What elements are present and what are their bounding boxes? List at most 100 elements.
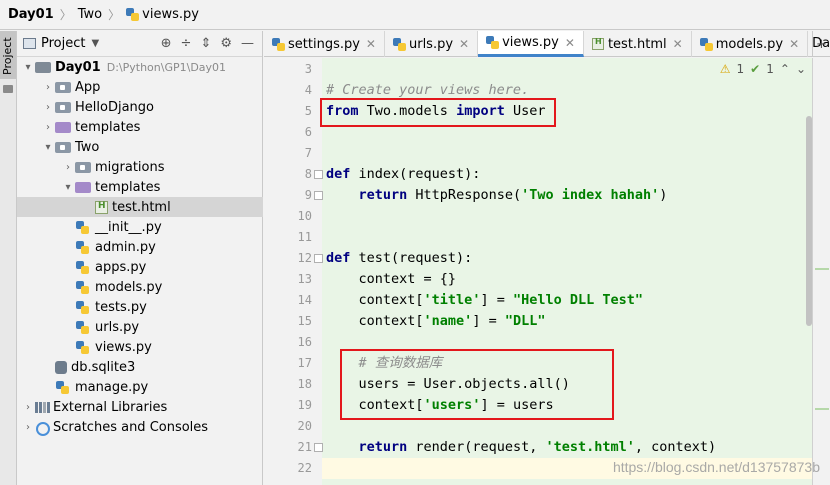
- tree-item[interactable]: › Scratches and Consoles: [17, 417, 263, 437]
- plus-icon[interactable]: +: [812, 31, 830, 57]
- code-token: 'Two index hahah': [521, 187, 660, 203]
- tree-item-label: __init__.py: [95, 219, 162, 235]
- close-icon[interactable]: ✕: [673, 37, 683, 51]
- python-file-icon: [486, 36, 500, 49]
- locate-icon[interactable]: ⊕: [161, 36, 172, 51]
- hide-icon[interactable]: —: [241, 36, 254, 51]
- editor-tab[interactable]: settings.py ✕: [264, 31, 385, 57]
- project-panel: Project ▼ ⊕ ÷ ⇕ ⚙ — ▾ Day01 D:\Python\GP1\…: [17, 31, 263, 485]
- code-token: "DLL": [504, 313, 546, 329]
- project-tool-tab[interactable]: Project: [0, 31, 16, 79]
- editor-tab[interactable]: views.py ✕: [478, 31, 584, 57]
- editor-tab[interactable]: test.html ✕: [584, 31, 692, 57]
- tree-item[interactable]: views.py: [17, 337, 263, 357]
- tree-item[interactable]: › App: [17, 77, 263, 97]
- tree-item[interactable]: › HelloDjango: [17, 97, 263, 117]
- stripe-mark[interactable]: [815, 408, 829, 410]
- chevron-down-icon[interactable]: ▾: [61, 182, 75, 193]
- close-icon[interactable]: ✕: [459, 37, 469, 51]
- chevron-right-icon[interactable]: ›: [41, 82, 55, 93]
- libraries-icon: [35, 401, 49, 414]
- code-line[interactable]: return HttpResponse('Two index hahah'): [326, 185, 668, 206]
- code-token: index(request):: [350, 166, 481, 182]
- python-file-icon: [75, 320, 91, 334]
- line-number: 6: [304, 125, 312, 139]
- inspection-widget[interactable]: ⚠ 1 ✔ 1 ⌃ ⌄: [720, 62, 806, 76]
- chevron-down-icon[interactable]: ▾: [21, 62, 35, 73]
- tree-item[interactable]: › templates: [17, 117, 263, 137]
- tree-item-label: HelloDjango: [75, 99, 154, 115]
- tree-item[interactable]: urls.py: [17, 317, 263, 337]
- fold-marker-icon[interactable]: [314, 254, 323, 263]
- tree-item[interactable]: ▾ Two: [17, 137, 263, 157]
- tree-item-path: D:\Python\GP1\Day01: [106, 60, 227, 74]
- collapse-all-icon[interactable]: ⇕: [200, 36, 211, 51]
- gear-icon[interactable]: ⚙: [220, 36, 232, 51]
- close-icon[interactable]: ✕: [789, 37, 799, 51]
- tree-item[interactable]: tests.py: [17, 297, 263, 317]
- chevron-right-icon[interactable]: ›: [41, 102, 55, 113]
- tree-item[interactable]: db.sqlite3: [17, 357, 263, 377]
- code-token: context[: [326, 292, 424, 308]
- line-number: 17: [297, 356, 312, 370]
- chevron-right-icon[interactable]: ›: [21, 422, 35, 433]
- editor-tab-label: models.py: [715, 36, 784, 52]
- tree-item[interactable]: ▾ Day01 D:\Python\GP1\Day01: [17, 57, 263, 77]
- chevron-right-icon[interactable]: ›: [41, 122, 55, 133]
- tree-item[interactable]: __init__.py: [17, 217, 263, 237]
- line-number: 14: [297, 293, 312, 307]
- chevron-down-icon[interactable]: ⌄: [796, 62, 806, 76]
- line-number: 10: [297, 209, 312, 223]
- editor-tab-label: views.py: [502, 35, 559, 50]
- fold-marker-icon[interactable]: [314, 191, 323, 200]
- chevron-up-icon[interactable]: ⌃: [780, 62, 790, 76]
- tree-item-label: Scratches and Consoles: [53, 419, 209, 435]
- editor-tab[interactable]: urls.py ✕: [385, 31, 479, 57]
- editor-tab-label: urls.py: [408, 36, 454, 52]
- code-line[interactable]: def index(request):: [326, 164, 480, 185]
- fold-marker-icon[interactable]: [314, 170, 323, 179]
- code-editor[interactable]: 3 4 5 6 7 8 9 10 11 12 13 14 15 16 17 18 19 20 21 22 # Crea…: [264, 58, 830, 485]
- tree-item-label: urls.py: [95, 319, 140, 335]
- fold-marker-icon[interactable]: [314, 443, 323, 452]
- breadcrumb-folder[interactable]: Two: [78, 7, 102, 22]
- line-number: 12: [297, 251, 312, 265]
- package-folder-icon: [55, 102, 71, 113]
- close-icon[interactable]: ✕: [565, 36, 575, 50]
- chevron-down-icon[interactable]: ▾: [41, 142, 55, 153]
- tree-item[interactable]: ▾ templates: [17, 177, 263, 197]
- tree-item[interactable]: › migrations: [17, 157, 263, 177]
- structure-icon[interactable]: [3, 85, 13, 93]
- tree-item[interactable]: › External Libraries: [17, 397, 263, 417]
- editor-tab[interactable]: models.py ✕: [692, 31, 809, 57]
- tree-item[interactable]: test.html: [17, 197, 263, 217]
- warning-count: 1: [736, 62, 745, 76]
- chevron-right-icon[interactable]: ›: [61, 162, 75, 173]
- chevron-down-icon[interactable]: ▼: [91, 38, 99, 49]
- check-icon: ✔: [750, 62, 761, 76]
- code-line[interactable]: context['name'] = "DLL": [326, 311, 546, 332]
- close-icon[interactable]: ✕: [366, 37, 376, 51]
- code-line[interactable]: return render(request, 'test.html', cont…: [326, 437, 717, 458]
- project-view-selector[interactable]: Project: [41, 36, 85, 51]
- code-line[interactable]: def test(request):: [326, 248, 472, 269]
- tool-window-stripe: Project: [0, 31, 17, 485]
- breadcrumb-root[interactable]: Day01: [8, 7, 54, 22]
- tree-item-label: models.py: [95, 279, 163, 295]
- line-number: 3: [304, 62, 312, 76]
- line-number: 16: [297, 335, 312, 349]
- breadcrumb-file[interactable]: views.py: [142, 7, 199, 22]
- stripe-mark[interactable]: [815, 268, 829, 270]
- expand-all-icon[interactable]: ÷: [181, 36, 192, 51]
- tree-item-label: Day01: [55, 59, 101, 75]
- line-number: 18: [297, 377, 312, 391]
- code-line[interactable]: context = {}: [326, 269, 457, 290]
- tree-item[interactable]: apps.py: [17, 257, 263, 277]
- chevron-right-icon[interactable]: ›: [21, 402, 35, 413]
- highlight-box-query: [340, 349, 614, 420]
- tree-item[interactable]: admin.py: [17, 237, 263, 257]
- code-line[interactable]: context['title'] = "Hello DLL Test": [326, 290, 644, 311]
- tree-item[interactable]: models.py: [17, 277, 263, 297]
- tree-item[interactable]: manage.py: [17, 377, 263, 397]
